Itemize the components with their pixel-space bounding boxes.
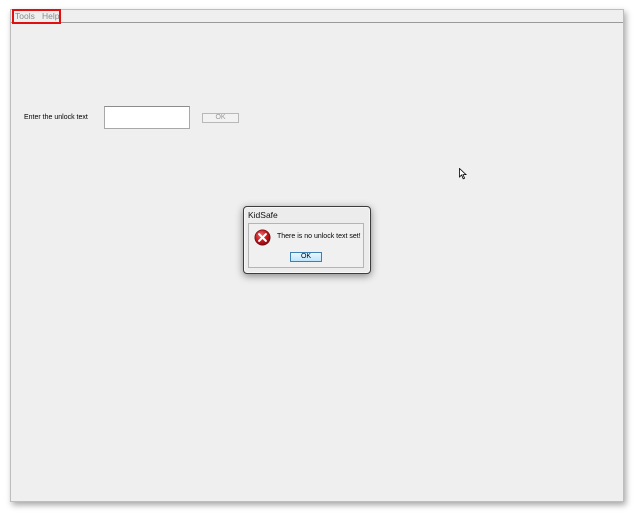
dialog-ok-button[interactable]: OK xyxy=(290,252,322,262)
error-icon xyxy=(254,229,271,246)
dialog-title: KidSafe xyxy=(248,210,278,220)
unlock-text-input[interactable] xyxy=(104,106,190,129)
dialog-message: There is no unlock text set! xyxy=(277,233,361,240)
unlock-ok-button[interactable]: OK xyxy=(202,113,239,123)
dialog-body: There is no unlock text set! OK xyxy=(248,223,364,268)
menu-bar: Tools Help xyxy=(11,9,623,24)
kidsafe-dialog: KidSafe There is no unlock text set! OK xyxy=(243,206,371,274)
menu-highlight-box xyxy=(12,9,61,24)
unlock-text-label: Enter the unlock text xyxy=(24,114,88,121)
mouse-pointer-icon xyxy=(459,168,467,180)
